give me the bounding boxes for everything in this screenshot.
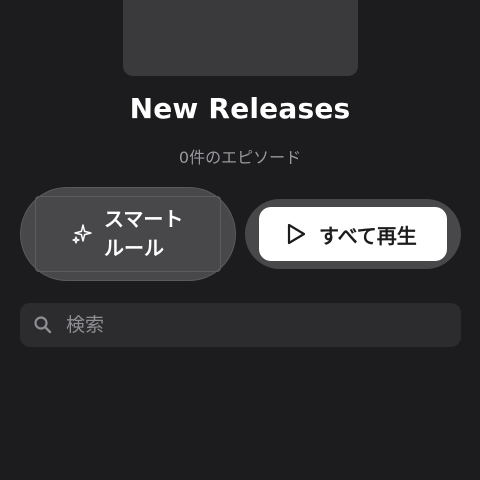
magnifying-glass-icon: [34, 316, 52, 334]
play-all-label: すべて再生: [319, 224, 417, 248]
sparkles-icon: [72, 224, 92, 244]
smart-rules-label-line2: ルール: [104, 236, 164, 260]
search-input[interactable]: [66, 311, 446, 339]
smart-rules-label-line1: スマート: [104, 207, 184, 231]
playlist-artwork: [123, 0, 358, 76]
smart-rules-label: スマート ルール: [104, 205, 214, 263]
episode-count: 0件のエピソード: [178, 148, 302, 167]
play-outline-icon: [287, 223, 306, 245]
playlist-title: New Releases: [129, 92, 351, 125]
playlist-detail-screen: New Releases 0件のエピソード スマート ルール すべて再生: [0, 0, 480, 480]
